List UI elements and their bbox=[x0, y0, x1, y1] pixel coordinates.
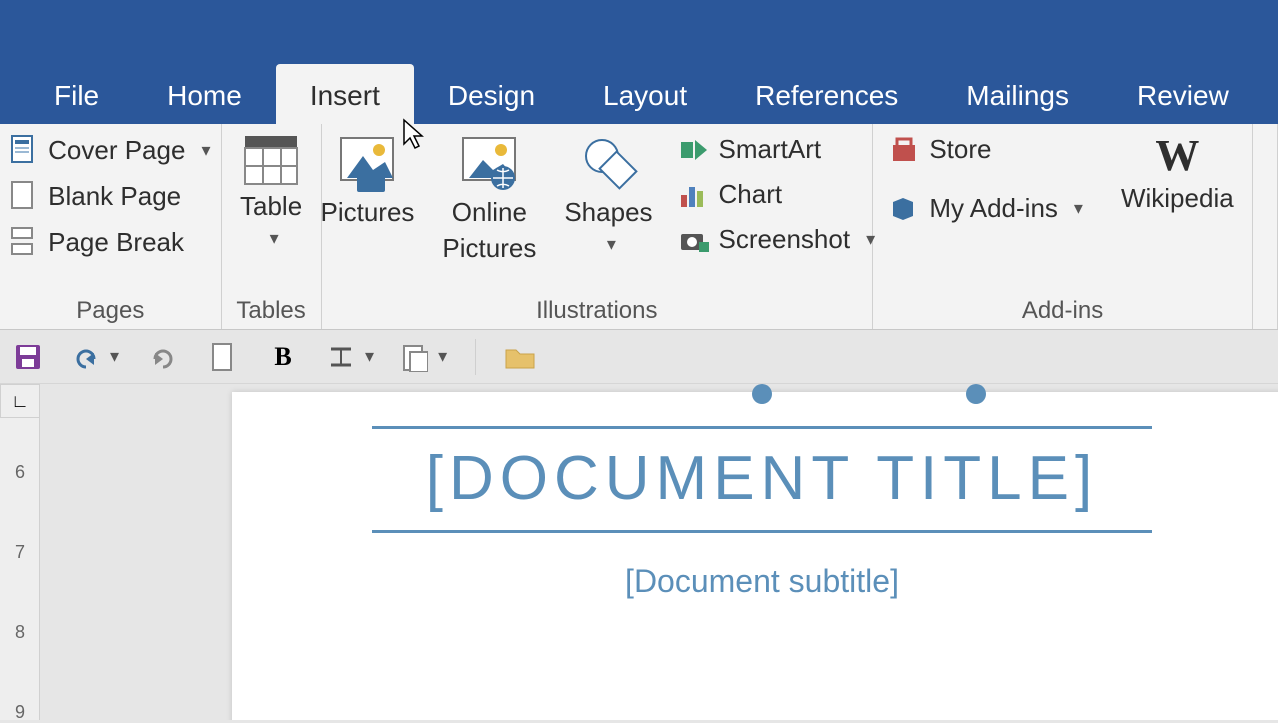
undo-button[interactable]: ▾ bbox=[72, 343, 119, 371]
tab-home[interactable]: Home bbox=[133, 64, 276, 124]
separator bbox=[475, 339, 476, 375]
selection-handle[interactable] bbox=[966, 384, 986, 404]
document-area[interactable]: [DOCUMENT TITLE] [Document subtitle] bbox=[40, 384, 1278, 720]
document-title-placeholder[interactable]: [DOCUMENT TITLE] bbox=[372, 443, 1152, 514]
title-bar bbox=[0, 0, 1278, 36]
store-button[interactable]: Store bbox=[883, 130, 997, 169]
title-frame[interactable]: [DOCUMENT TITLE] bbox=[372, 426, 1152, 533]
tab-design[interactable]: Design bbox=[414, 64, 569, 124]
tab-layout[interactable]: Layout bbox=[569, 64, 721, 124]
tab-references[interactable]: References bbox=[721, 64, 932, 124]
my-addins-icon bbox=[889, 194, 919, 224]
wikipedia-button[interactable]: W Wikipedia bbox=[1113, 130, 1242, 218]
online-pictures-icon bbox=[459, 134, 519, 192]
tab-insert[interactable]: Insert bbox=[276, 64, 414, 124]
online-pictures-button[interactable]: Online Pictures bbox=[434, 130, 544, 268]
chart-button[interactable]: Chart bbox=[673, 175, 789, 214]
page[interactable]: [DOCUMENT TITLE] [Document subtitle] bbox=[232, 392, 1278, 720]
chevron-down-icon: ▾ bbox=[438, 346, 447, 367]
smartart-label: SmartArt bbox=[719, 134, 822, 165]
workspace: ∟ 6 7 8 9 [DOCUMENT TITLE] [Document sub… bbox=[0, 384, 1278, 720]
wikipedia-icon: W bbox=[1155, 134, 1199, 178]
online-pictures-label-1: Online bbox=[452, 198, 527, 228]
page-break-button[interactable]: Page Break bbox=[4, 222, 190, 262]
wikipedia-label: Wikipedia bbox=[1121, 184, 1234, 214]
group-addins: Store My Add-ins ▾ W Wikipedia Add-ins bbox=[873, 124, 1253, 329]
ribbon-body: Cover Page ▾ Blank Page Page Break Page bbox=[0, 124, 1278, 330]
smartart-button[interactable]: SmartArt bbox=[673, 130, 828, 169]
vertical-ruler[interactable]: 6 7 8 9 bbox=[0, 418, 40, 720]
new-doc-button[interactable] bbox=[207, 341, 239, 373]
chevron-down-icon: ▾ bbox=[110, 346, 119, 367]
chevron-down-icon: ▾ bbox=[201, 140, 210, 161]
screenshot-label: Screenshot bbox=[719, 224, 851, 255]
chart-icon bbox=[679, 181, 709, 209]
screenshot-button[interactable]: Screenshot ▾ bbox=[673, 220, 882, 259]
ruler-tick: 7 bbox=[0, 542, 40, 563]
group-addins-label: Add-ins bbox=[1022, 291, 1103, 325]
table-icon bbox=[243, 134, 299, 186]
ruler-tick: 8 bbox=[0, 622, 40, 643]
page-break-icon bbox=[10, 226, 38, 258]
save-button[interactable] bbox=[12, 341, 44, 373]
shapes-icon bbox=[578, 134, 638, 192]
smartart-icon bbox=[679, 136, 709, 164]
document-subtitle-placeholder[interactable]: [Document subtitle] bbox=[232, 563, 1278, 600]
pictures-label: Pictures bbox=[321, 198, 415, 228]
ribbon-tabs: File Home Insert Design Layout Reference… bbox=[0, 36, 1278, 124]
screenshot-icon bbox=[679, 226, 709, 254]
group-pages-label: Pages bbox=[76, 291, 144, 325]
ruler-corner: ∟ bbox=[0, 384, 40, 418]
blank-page-icon bbox=[10, 180, 38, 212]
cover-page-icon bbox=[10, 134, 38, 166]
cover-page-label: Cover Page bbox=[48, 135, 185, 166]
online-pictures-label-2: Pictures bbox=[442, 234, 536, 264]
my-addins-label: My Add-ins bbox=[929, 193, 1058, 224]
tab-mailings[interactable]: Mailings bbox=[932, 64, 1103, 124]
chevron-down-icon: ▾ bbox=[270, 228, 279, 249]
ruler-tick: 6 bbox=[0, 462, 40, 483]
tab-view[interactable]: View bbox=[1263, 64, 1278, 124]
group-illustrations-label: Illustrations bbox=[536, 291, 657, 325]
redo-button[interactable] bbox=[147, 341, 179, 373]
table-button[interactable]: Table ▾ bbox=[232, 130, 310, 253]
group-tables: Table ▾ Tables bbox=[222, 124, 322, 329]
tab-file[interactable]: File bbox=[20, 64, 133, 124]
tab-review[interactable]: Review bbox=[1103, 64, 1263, 124]
table-label: Table bbox=[240, 192, 302, 222]
bold-button[interactable]: B bbox=[267, 341, 299, 373]
blank-page-button[interactable]: Blank Page bbox=[4, 176, 187, 216]
group-tables-label: Tables bbox=[236, 291, 305, 325]
selection-handle[interactable] bbox=[752, 384, 772, 404]
my-addins-button[interactable]: My Add-ins ▾ bbox=[883, 189, 1089, 228]
group-cutoff bbox=[1253, 124, 1278, 329]
group-pages: Cover Page ▾ Blank Page Page Break Page bbox=[0, 124, 222, 329]
store-label: Store bbox=[929, 134, 991, 165]
pictures-icon bbox=[337, 134, 397, 192]
store-icon bbox=[889, 135, 919, 165]
spacing-button[interactable]: ▾ bbox=[327, 343, 374, 371]
shapes-label: Shapes bbox=[564, 198, 652, 228]
chevron-down-icon: ▾ bbox=[365, 346, 374, 367]
pictures-button[interactable]: Pictures bbox=[313, 130, 423, 232]
page-break-label: Page Break bbox=[48, 227, 184, 258]
quick-access-toolbar: ▾ B ▾ ▾ bbox=[0, 330, 1278, 384]
paste-button[interactable]: ▾ bbox=[402, 342, 447, 372]
open-folder-button[interactable] bbox=[504, 341, 536, 373]
group-illustrations: Pictures Online Pictures Shapes ▾ bbox=[322, 124, 873, 329]
chart-label: Chart bbox=[719, 179, 783, 210]
chevron-down-icon: ▾ bbox=[607, 234, 616, 255]
chevron-down-icon: ▾ bbox=[1074, 198, 1083, 219]
shapes-button[interactable]: Shapes ▾ bbox=[556, 130, 660, 259]
blank-page-label: Blank Page bbox=[48, 181, 181, 212]
cover-page-button[interactable]: Cover Page ▾ bbox=[4, 130, 216, 170]
